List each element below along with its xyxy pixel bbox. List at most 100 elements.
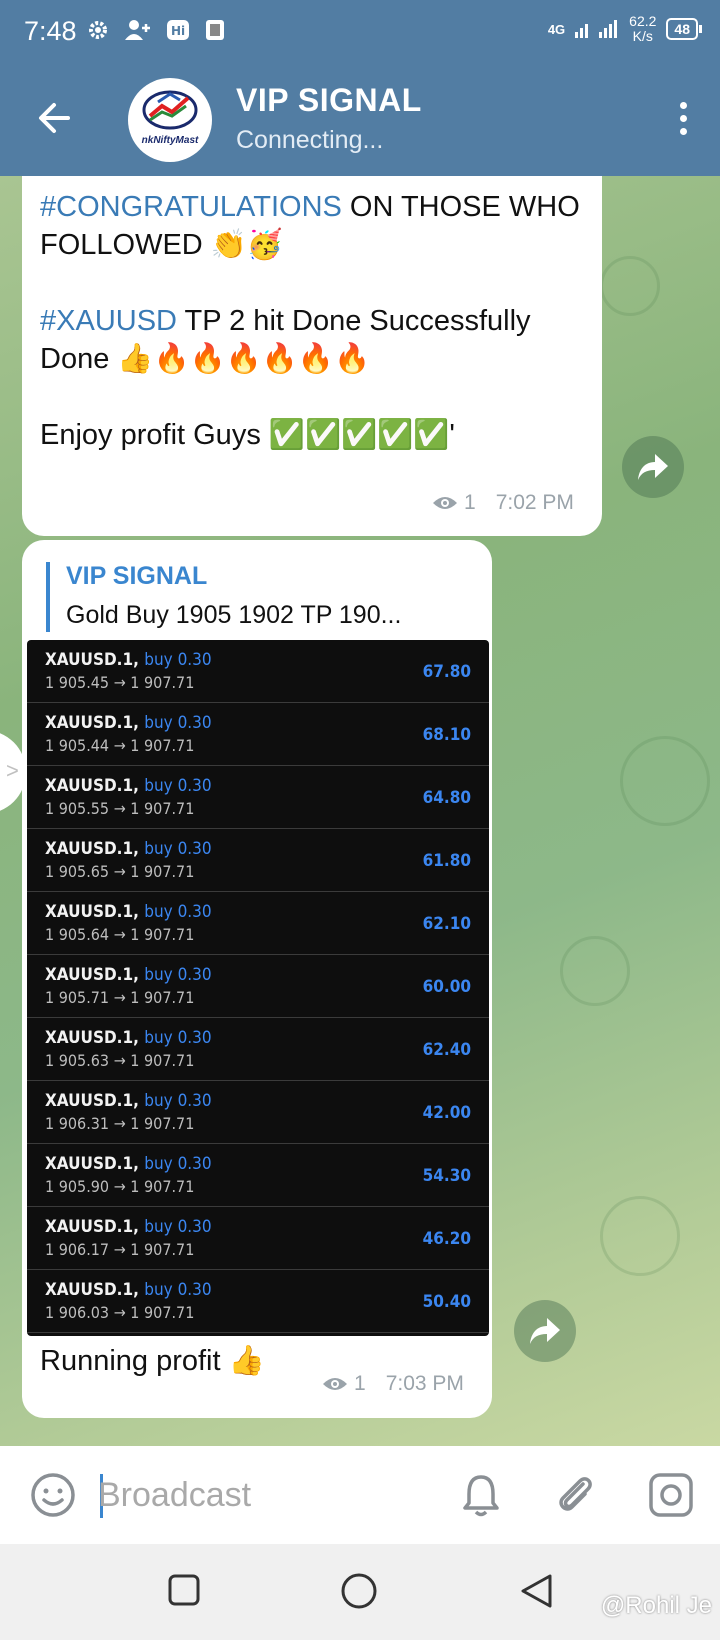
status-bar: 7:48 Hi 4G 62.2 K/s 48 <box>0 0 720 66</box>
channel-status: Connecting... <box>236 126 384 154</box>
emoji: 👍🔥🔥🔥🔥🔥🔥 <box>117 343 371 375</box>
back-triangle-icon[interactable] <box>518 1572 554 1610</box>
trade-profit: 60.00 <box>422 977 471 997</box>
system-navigation-bar: @Rohil Je <box>0 1544 720 1640</box>
status-time: 7:48 <box>24 16 77 46</box>
forward-arrow-icon <box>638 454 668 480</box>
gear-icon <box>89 21 107 39</box>
chat-area[interactable]: #CONGRATULATIONS ON THOSE WHO FOLLOWED 👏… <box>0 176 720 1446</box>
trade-row: XAUUSD.1, buy 0.30 1 906.03 → 1 907.71 50.… <box>27 1270 489 1333</box>
trade-prices: 1 905.63 → 1 907.71 <box>45 1051 195 1070</box>
hi-app-icon: Hi <box>167 20 189 40</box>
trade-symbol-text: XAUUSD.1, <box>45 776 139 796</box>
trade-profit: 67.80 <box>422 662 471 682</box>
trade-prices: 1 905.90 → 1 907.71 <box>45 1177 195 1196</box>
hashtag-link[interactable]: #CONGRATULATIONS <box>40 191 342 223</box>
back-arrow-icon[interactable] <box>34 96 78 140</box>
signal-icon <box>575 20 618 38</box>
trade-action: buy 0.30 <box>144 1028 212 1048</box>
trade-symbol-text: XAUUSD.1, <box>45 1217 139 1237</box>
trade-action: buy 0.30 <box>144 650 212 670</box>
views-eye-icon <box>323 1378 347 1390</box>
trade-symbol-text: XAUUSD.1, <box>45 650 139 670</box>
trade-row: XAUUSD.1, buy 0.30 1 905.63 → 1 907.71 62.… <box>27 1018 489 1081</box>
trade-symbol: XAUUSD.1, buy 0.30 <box>45 1154 212 1174</box>
message-input-bar: Broadcast <box>0 1446 720 1544</box>
trade-symbol: XAUUSD.1, buy 0.30 <box>45 965 212 985</box>
trade-row: XAUUSD.1, buy 0.30 1 906.31 → 1 907.71 42.… <box>27 1081 489 1144</box>
message-bubble[interactable]: VIP SIGNAL Gold Buy 1905 1902 TP 190... … <box>22 540 492 1418</box>
trade-action: buy 0.30 <box>144 1091 212 1111</box>
trade-row: XAUUSD.1, buy 0.30 1 905.65 → 1 907.71 61.… <box>27 829 489 892</box>
trade-row: XAUUSD.1, buy 0.30 1 905.71 → 1 907.71 60.… <box>27 955 489 1018</box>
reply-preview[interactable]: VIP SIGNAL Gold Buy 1905 1902 TP 190... <box>46 562 476 632</box>
trade-symbol-text: XAUUSD.1, <box>45 1091 139 1111</box>
channel-avatar[interactable]: nkNiftyMast <box>128 78 212 162</box>
home-icon[interactable] <box>340 1572 378 1610</box>
trade-row: XAUUSD.1, buy 0.30 1 905.44 → 1 907.71 68.… <box>27 703 489 766</box>
trade-profit: 61.80 <box>422 851 471 871</box>
trade-profit: 62.40 <box>422 1040 471 1060</box>
trade-action: buy 0.30 <box>144 839 212 859</box>
trade-row: XAUUSD.1, buy 0.30 1 905.45 → 1 907.71 67.… <box>27 640 489 703</box>
app-notification-icon <box>206 20 224 40</box>
trade-action: buy 0.30 <box>144 902 212 922</box>
trade-symbol-text: XAUUSD.1, <box>45 1028 139 1048</box>
network-speed: 62.2 K/s <box>629 14 656 44</box>
hashtag-link[interactable]: #XAUUSD <box>40 305 177 337</box>
trade-action: buy 0.30 <box>144 1154 212 1174</box>
trade-symbol: XAUUSD.1, buy 0.30 <box>45 902 212 922</box>
trade-profit: 46.20 <box>422 1229 471 1249</box>
view-count: 1 <box>354 1372 366 1395</box>
trade-screenshot-image[interactable]: XAUUSD.1, buy 0.30 1 905.45 → 1 907.71 67.… <box>27 640 489 1336</box>
trade-symbol: XAUUSD.1, buy 0.30 <box>45 650 212 670</box>
trade-prices: 1 905.55 → 1 907.71 <box>45 799 195 818</box>
trade-symbol-text: XAUUSD.1, <box>45 965 139 985</box>
trade-profit: 54.30 <box>422 1166 471 1186</box>
forward-arrow-icon <box>530 1318 560 1344</box>
message-time: 7:03 PM <box>385 1372 464 1395</box>
chevron-right-icon: > <box>6 758 19 783</box>
trade-action: buy 0.30 <box>144 1217 212 1237</box>
trade-symbol: XAUUSD.1, buy 0.30 <box>45 1217 212 1237</box>
more-options-icon[interactable] <box>676 102 690 142</box>
message-meta: 1 7:02 PM <box>432 491 574 515</box>
reply-author: VIP SIGNAL <box>66 562 208 590</box>
trade-action: buy 0.30 <box>144 776 212 796</box>
trade-symbol: XAUUSD.1, buy 0.30 <box>45 1091 212 1111</box>
broadcast-input[interactable]: Broadcast <box>98 1476 251 1515</box>
trade-action: buy 0.30 <box>144 713 212 733</box>
forward-button[interactable] <box>622 436 684 498</box>
trade-profit: 64.80 <box>422 788 471 808</box>
trade-prices: 1 906.17 → 1 907.71 <box>45 1240 195 1259</box>
wallpaper-doodle <box>560 936 630 1006</box>
bell-icon[interactable] <box>456 1470 506 1520</box>
trade-profit: 42.00 <box>422 1103 471 1123</box>
reply-text: Gold Buy 1905 1902 TP 190... <box>66 601 402 629</box>
trade-prices: 1 905.71 → 1 907.71 <box>45 988 195 1007</box>
trade-action: buy 0.30 <box>144 965 212 985</box>
network-type: 4G <box>547 21 566 37</box>
wallpaper-doodle <box>600 256 660 316</box>
trade-prices: 1 906.03 → 1 907.71 <box>45 1303 195 1322</box>
channel-title[interactable]: VIP SIGNAL <box>236 82 422 119</box>
message-bubble[interactable]: #CONGRATULATIONS ON THOSE WHO FOLLOWED 👏… <box>22 176 602 536</box>
trade-symbol: XAUUSD.1, buy 0.30 <box>45 776 212 796</box>
trade-symbol: XAUUSD.1, buy 0.30 <box>45 1280 212 1300</box>
forward-button[interactable] <box>514 1300 576 1362</box>
trade-prices: 1 905.45 → 1 907.71 <box>45 673 195 692</box>
emoji-icon[interactable] <box>28 1470 78 1520</box>
message-text: Running profit 👍 <box>40 1344 265 1378</box>
recent-apps-icon[interactable] <box>166 1572 202 1608</box>
trade-row: XAUUSD.1, buy 0.30 1 905.90 → 1 907.71 54.… <box>27 1144 489 1207</box>
trade-prices: 1 905.44 → 1 907.71 <box>45 736 195 755</box>
camera-icon[interactable] <box>646 1470 696 1520</box>
message-time: 7:02 PM <box>495 491 574 514</box>
avatar-text: nkNiftyMast <box>141 135 199 146</box>
speed-value: 62.2 <box>629 13 657 29</box>
trade-prices: 1 905.64 → 1 907.71 <box>45 925 195 944</box>
add-contact-icon <box>125 20 150 40</box>
trade-profit: 68.10 <box>422 725 471 745</box>
attach-icon[interactable] <box>550 1470 600 1520</box>
status-notification-icons: Hi <box>86 18 226 42</box>
